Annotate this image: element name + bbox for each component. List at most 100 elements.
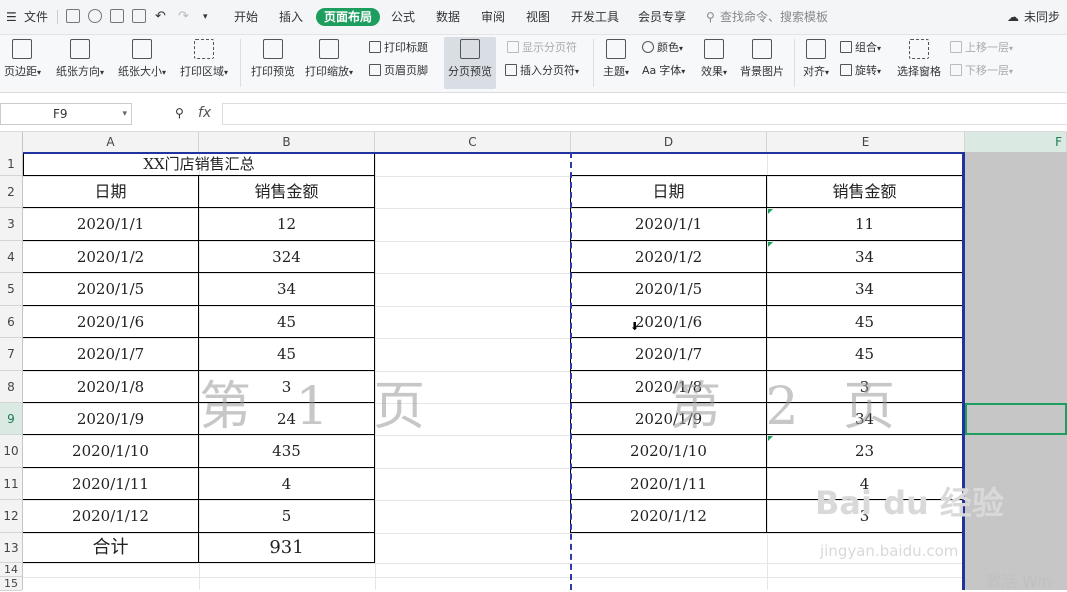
table-cell[interactable]: 45	[198, 305, 375, 338]
table-cell[interactable]: 2020/1/7	[23, 337, 199, 371]
column-header-f[interactable]: F	[965, 132, 1067, 152]
table-cell[interactable]: 2020/1/6	[23, 305, 199, 338]
selection-pane-button[interactable]: 选择窗格	[896, 39, 942, 79]
table-cell[interactable]: 2020/1/10	[23, 434, 199, 468]
table-header-cell[interactable]: 日期	[23, 175, 199, 208]
page-break-line[interactable]	[570, 152, 572, 590]
table-cell[interactable]: 24	[198, 402, 375, 435]
chevron-down-icon[interactable]: ▾	[122, 104, 127, 124]
tab-home[interactable]: 开始	[234, 8, 258, 26]
theme-button[interactable]: 主题▾	[600, 39, 632, 79]
table-cell[interactable]: 2020/1/11	[23, 467, 199, 500]
table-cell[interactable]: 2020/1/1	[23, 207, 199, 241]
table-cell[interactable]: 2020/1/6	[570, 305, 767, 338]
row-header[interactable]: 13	[0, 533, 22, 563]
table-cell[interactable]: 2020/1/5	[570, 272, 767, 306]
hamburger-icon[interactable]: ☰	[6, 8, 17, 26]
insert-page-break-button[interactable]: 插入分页符▾	[505, 63, 579, 79]
row-header[interactable]: 5	[0, 273, 22, 306]
table-cell[interactable]: 2020/1/12	[23, 499, 199, 533]
row-header[interactable]: 3	[0, 208, 22, 241]
table-cell[interactable]: 5	[198, 499, 375, 533]
tab-formulas[interactable]: 公式	[391, 8, 415, 26]
table-cell[interactable]: 23	[766, 434, 963, 468]
column-header-a[interactable]: A	[23, 132, 199, 152]
print-scale-button[interactable]: 打印缩放▾	[304, 39, 354, 79]
background-image-button[interactable]: 背景图片	[739, 39, 785, 79]
table-title[interactable]: XX门店销售汇总	[23, 152, 375, 176]
table-cell[interactable]: 2020/1/5	[23, 272, 199, 306]
table-cell[interactable]: 2020/1/8	[570, 370, 767, 403]
print-area-button[interactable]: 打印区域▾	[180, 39, 228, 79]
search-icon[interactable]: ⚲	[706, 8, 715, 26]
select-all-corner[interactable]	[0, 132, 23, 152]
spreadsheet-grid[interactable]: XX门店销售汇总 日期 销售金额 2020/1/1 12 2020/1/2 324 2020…	[23, 152, 1067, 590]
total-label-cell[interactable]: 合计	[23, 532, 199, 563]
tab-data[interactable]: 数据	[436, 8, 460, 26]
file-menu[interactable]: 文件	[24, 8, 48, 26]
row-header[interactable]: 10	[0, 435, 22, 468]
table-header-cell[interactable]: 销售金额	[766, 175, 963, 208]
table-cell[interactable]: 2020/1/9	[570, 402, 767, 435]
align-button[interactable]: 对齐▾	[800, 39, 832, 79]
row-header[interactable]: 11	[0, 468, 22, 500]
header-footer-button[interactable]: 页眉页脚	[369, 63, 428, 79]
table-cell[interactable]: 4	[198, 467, 375, 500]
search-command-input[interactable]: 查找命令、搜索模板	[720, 8, 828, 26]
table-cell[interactable]: 2020/1/1	[570, 207, 767, 241]
row-header[interactable]: 15	[0, 577, 22, 591]
selected-cell-f9[interactable]	[965, 403, 1067, 435]
table-cell[interactable]: 34	[766, 402, 963, 435]
row-header-selected[interactable]: 9	[0, 403, 22, 435]
tab-view[interactable]: 视图	[526, 8, 550, 26]
effects-button[interactable]: 效果▾	[698, 39, 730, 79]
table-cell[interactable]: 34	[766, 272, 963, 306]
quick-access-dropdown-icon[interactable]: ▾	[203, 8, 208, 26]
total-value-cell[interactable]: 931	[198, 532, 375, 563]
tab-insert[interactable]: 插入	[279, 8, 303, 26]
group-button[interactable]: 组合▾	[840, 40, 881, 56]
show-page-breaks-checkbox[interactable]: 显示分页符	[507, 40, 577, 56]
column-header-e[interactable]: E	[767, 132, 965, 152]
row-header[interactable]: 1	[0, 152, 22, 176]
table-cell[interactable]: 2020/1/12	[570, 499, 767, 533]
row-header[interactable]: 7	[0, 338, 22, 371]
table-cell[interactable]: 45	[766, 305, 963, 338]
undo-icon[interactable]: ↶	[155, 8, 166, 26]
print-preview-button[interactable]: 打印预览	[251, 39, 295, 79]
redo-icon[interactable]: ↷	[178, 8, 189, 26]
preview-icon[interactable]	[132, 9, 146, 23]
table-cell[interactable]: 45	[198, 337, 375, 371]
print-titles-button[interactable]: 打印标题	[369, 40, 428, 56]
table-cell[interactable]: 324	[198, 240, 375, 273]
table-cell[interactable]: 3	[766, 370, 963, 403]
rotate-button[interactable]: 旋转▾	[840, 63, 881, 79]
table-cell[interactable]: 34	[198, 272, 375, 306]
table-header-cell[interactable]: 销售金额	[198, 175, 375, 208]
table-cell[interactable]: 12	[198, 207, 375, 241]
tab-developer[interactable]: 开发工具	[571, 8, 619, 26]
table-cell[interactable]: 435	[198, 434, 375, 468]
table-cell[interactable]: 2020/1/8	[23, 370, 199, 403]
tab-review[interactable]: 审阅	[481, 8, 505, 26]
tab-member[interactable]: 会员专享	[638, 8, 686, 26]
tab-page-layout[interactable]: 页面布局	[316, 8, 381, 26]
name-box[interactable]: F9 ▾	[0, 103, 132, 125]
row-header[interactable]: 2	[0, 176, 22, 208]
print-icon[interactable]	[110, 9, 124, 23]
table-cell[interactable]: 11	[766, 207, 963, 241]
table-cell[interactable]: 34	[766, 240, 963, 273]
table-cell[interactable]: 2020/1/11	[570, 467, 767, 500]
send-backward-button[interactable]: 下移一层▾	[950, 63, 1013, 79]
table-header-cell[interactable]: 日期	[570, 175, 767, 208]
row-header[interactable]: 8	[0, 371, 22, 403]
table-cell[interactable]: 2020/1/2	[23, 240, 199, 273]
table-cell[interactable]: 45	[766, 337, 963, 371]
orientation-button[interactable]: 纸张方向▾	[56, 39, 104, 79]
sync-status[interactable]: 未同步	[1024, 8, 1060, 26]
row-header[interactable]: 4	[0, 241, 22, 273]
column-header-c[interactable]: C	[375, 132, 571, 152]
page-break-preview-button[interactable]: 分页预览	[446, 39, 494, 79]
column-header-b[interactable]: B	[199, 132, 375, 152]
cloud-icon[interactable]: ☁	[1007, 8, 1019, 26]
